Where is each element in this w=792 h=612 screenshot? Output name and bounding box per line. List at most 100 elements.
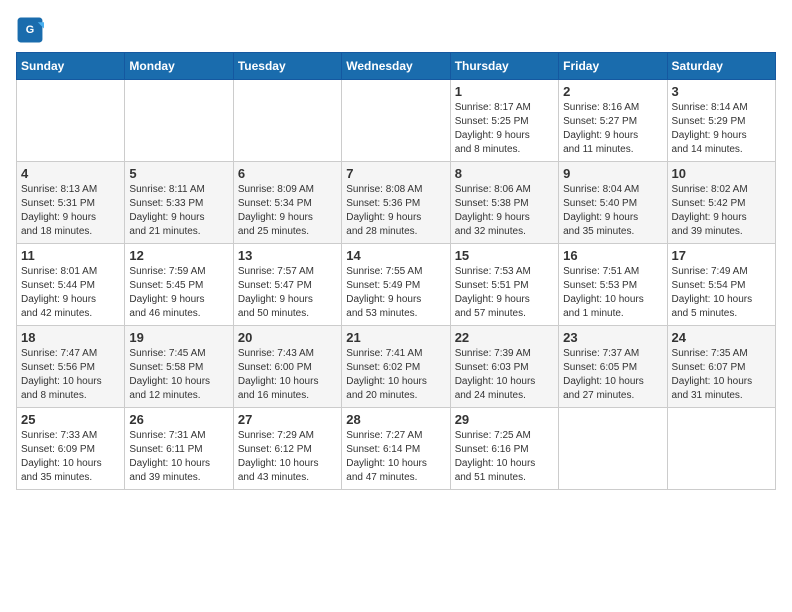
day-info: Sunrise: 8:04 AM Sunset: 5:40 PM Dayligh…: [563, 183, 662, 239]
day-info: Sunrise: 8:13 AM Sunset: 5:31 PM Dayligh…: [21, 183, 120, 239]
day-cell: 29 Sunrise: 7:25 AM Sunset: 6:16 PM Dayli…: [450, 408, 558, 490]
day-number: 10: [672, 166, 771, 181]
day-cell: 10 Sunrise: 8:02 AM Sunset: 5:42 PM Dayli…: [667, 162, 775, 244]
day-cell: [667, 408, 775, 490]
day-number: 15: [455, 248, 554, 263]
logo: G: [16, 16, 48, 44]
day-info: Sunrise: 7:25 AM Sunset: 6:16 PM Dayligh…: [455, 429, 554, 485]
day-header-sunday: Sunday: [17, 53, 125, 80]
week-row-4: 18 Sunrise: 7:47 AM Sunset: 5:56 PM Dayli…: [17, 326, 776, 408]
day-cell: 21 Sunrise: 7:41 AM Sunset: 6:02 PM Dayli…: [342, 326, 450, 408]
day-header-tuesday: Tuesday: [233, 53, 341, 80]
day-number: 11: [21, 248, 120, 263]
day-info: Sunrise: 7:51 AM Sunset: 5:53 PM Dayligh…: [563, 265, 662, 321]
day-header-friday: Friday: [559, 53, 667, 80]
day-info: Sunrise: 7:45 AM Sunset: 5:58 PM Dayligh…: [129, 347, 228, 403]
day-header-thursday: Thursday: [450, 53, 558, 80]
day-info: Sunrise: 7:55 AM Sunset: 5:49 PM Dayligh…: [346, 265, 445, 321]
day-cell: [233, 80, 341, 162]
day-number: 2: [563, 84, 662, 99]
day-number: 16: [563, 248, 662, 263]
day-info: Sunrise: 7:31 AM Sunset: 6:11 PM Dayligh…: [129, 429, 228, 485]
day-info: Sunrise: 7:39 AM Sunset: 6:03 PM Dayligh…: [455, 347, 554, 403]
day-number: 17: [672, 248, 771, 263]
day-number: 18: [21, 330, 120, 345]
calendar-table: SundayMondayTuesdayWednesdayThursdayFrid…: [16, 52, 776, 490]
day-info: Sunrise: 7:59 AM Sunset: 5:45 PM Dayligh…: [129, 265, 228, 321]
day-cell: 11 Sunrise: 8:01 AM Sunset: 5:44 PM Dayli…: [17, 244, 125, 326]
day-cell: 13 Sunrise: 7:57 AM Sunset: 5:47 PM Dayli…: [233, 244, 341, 326]
day-info: Sunrise: 7:53 AM Sunset: 5:51 PM Dayligh…: [455, 265, 554, 321]
week-row-3: 11 Sunrise: 8:01 AM Sunset: 5:44 PM Dayli…: [17, 244, 776, 326]
day-number: 1: [455, 84, 554, 99]
day-cell: 20Sunrise: 7:43 AM Sunset: 6:00 PM Dayli…: [233, 326, 341, 408]
day-cell: 27 Sunrise: 7:29 AM Sunset: 6:12 PM Dayli…: [233, 408, 341, 490]
day-info: Sunrise: 8:11 AM Sunset: 5:33 PM Dayligh…: [129, 183, 228, 239]
day-cell: 15 Sunrise: 7:53 AM Sunset: 5:51 PM Dayli…: [450, 244, 558, 326]
day-cell: 25 Sunrise: 7:33 AM Sunset: 6:09 PM Dayli…: [17, 408, 125, 490]
day-cell: 18 Sunrise: 7:47 AM Sunset: 5:56 PM Dayli…: [17, 326, 125, 408]
day-number: 7: [346, 166, 445, 181]
day-cell: 19 Sunrise: 7:45 AM Sunset: 5:58 PM Dayli…: [125, 326, 233, 408]
day-header-monday: Monday: [125, 53, 233, 80]
day-cell: 12Sunrise: 7:59 AM Sunset: 5:45 PM Dayli…: [125, 244, 233, 326]
day-number: 29: [455, 412, 554, 427]
day-info: Sunrise: 8:16 AM Sunset: 5:27 PM Dayligh…: [563, 101, 662, 157]
day-info: Sunrise: 7:33 AM Sunset: 6:09 PM Dayligh…: [21, 429, 120, 485]
day-number: 24: [672, 330, 771, 345]
day-cell: 6 Sunrise: 8:09 AM Sunset: 5:34 PM Daylig…: [233, 162, 341, 244]
day-number: 26: [129, 412, 228, 427]
day-cell: [559, 408, 667, 490]
day-cell: 24Sunrise: 7:35 AM Sunset: 6:07 PM Dayli…: [667, 326, 775, 408]
day-number: 25: [21, 412, 120, 427]
day-info: Sunrise: 7:27 AM Sunset: 6:14 PM Dayligh…: [346, 429, 445, 485]
day-number: 9: [563, 166, 662, 181]
day-cell: 28 Sunrise: 7:27 AM Sunset: 6:14 PM Dayli…: [342, 408, 450, 490]
day-info: Sunrise: 7:47 AM Sunset: 5:56 PM Dayligh…: [21, 347, 120, 403]
day-header-saturday: Saturday: [667, 53, 775, 80]
day-cell: 3 Sunrise: 8:14 AM Sunset: 5:29 PM Daylig…: [667, 80, 775, 162]
header-row: SundayMondayTuesdayWednesdayThursdayFrid…: [17, 53, 776, 80]
day-cell: 5Sunrise: 8:11 AM Sunset: 5:33 PM Daylig…: [125, 162, 233, 244]
day-number: 23: [563, 330, 662, 345]
day-number: 28: [346, 412, 445, 427]
day-cell: [125, 80, 233, 162]
day-info: Sunrise: 8:08 AM Sunset: 5:36 PM Dayligh…: [346, 183, 445, 239]
day-info: Sunrise: 7:29 AM Sunset: 6:12 PM Dayligh…: [238, 429, 337, 485]
day-number: 19: [129, 330, 228, 345]
day-cell: 17 Sunrise: 7:49 AM Sunset: 5:54 PM Dayli…: [667, 244, 775, 326]
header: G: [16, 16, 776, 44]
day-info: Sunrise: 8:14 AM Sunset: 5:29 PM Dayligh…: [672, 101, 771, 157]
day-number: 22: [455, 330, 554, 345]
day-info: Sunrise: 7:41 AM Sunset: 6:02 PM Dayligh…: [346, 347, 445, 403]
day-cell: 1 Sunrise: 8:17 AM Sunset: 5:25 PM Daylig…: [450, 80, 558, 162]
day-number: 3: [672, 84, 771, 99]
day-cell: 8 Sunrise: 8:06 AM Sunset: 5:38 PM Daylig…: [450, 162, 558, 244]
day-cell: 2 Sunrise: 8:16 AM Sunset: 5:27 PM Daylig…: [559, 80, 667, 162]
day-cell: 14Sunrise: 7:55 AM Sunset: 5:49 PM Dayli…: [342, 244, 450, 326]
day-info: Sunrise: 8:17 AM Sunset: 5:25 PM Dayligh…: [455, 101, 554, 157]
day-number: 27: [238, 412, 337, 427]
day-info: Sunrise: 8:06 AM Sunset: 5:38 PM Dayligh…: [455, 183, 554, 239]
day-number: 6: [238, 166, 337, 181]
logo-icon: G: [16, 16, 44, 44]
day-number: 8: [455, 166, 554, 181]
week-row-2: 4 Sunrise: 8:13 AM Sunset: 5:31 PM Daylig…: [17, 162, 776, 244]
day-info: Sunrise: 8:09 AM Sunset: 5:34 PM Dayligh…: [238, 183, 337, 239]
day-info: Sunrise: 8:02 AM Sunset: 5:42 PM Dayligh…: [672, 183, 771, 239]
day-cell: 23 Sunrise: 7:37 AM Sunset: 6:05 PM Dayli…: [559, 326, 667, 408]
day-number: 20: [238, 330, 337, 345]
day-number: 21: [346, 330, 445, 345]
day-number: 13: [238, 248, 337, 263]
day-info: Sunrise: 7:37 AM Sunset: 6:05 PM Dayligh…: [563, 347, 662, 403]
day-cell: 22 Sunrise: 7:39 AM Sunset: 6:03 PM Dayli…: [450, 326, 558, 408]
day-cell: 4 Sunrise: 8:13 AM Sunset: 5:31 PM Daylig…: [17, 162, 125, 244]
day-cell: 7 Sunrise: 8:08 AM Sunset: 5:36 PM Daylig…: [342, 162, 450, 244]
day-number: 4: [21, 166, 120, 181]
day-cell: 9 Sunrise: 8:04 AM Sunset: 5:40 PM Daylig…: [559, 162, 667, 244]
day-info: Sunrise: 8:01 AM Sunset: 5:44 PM Dayligh…: [21, 265, 120, 321]
day-info: Sunrise: 7:49 AM Sunset: 5:54 PM Dayligh…: [672, 265, 771, 321]
week-row-5: 25 Sunrise: 7:33 AM Sunset: 6:09 PM Dayli…: [17, 408, 776, 490]
day-info: Sunrise: 7:57 AM Sunset: 5:47 PM Dayligh…: [238, 265, 337, 321]
day-cell: [342, 80, 450, 162]
